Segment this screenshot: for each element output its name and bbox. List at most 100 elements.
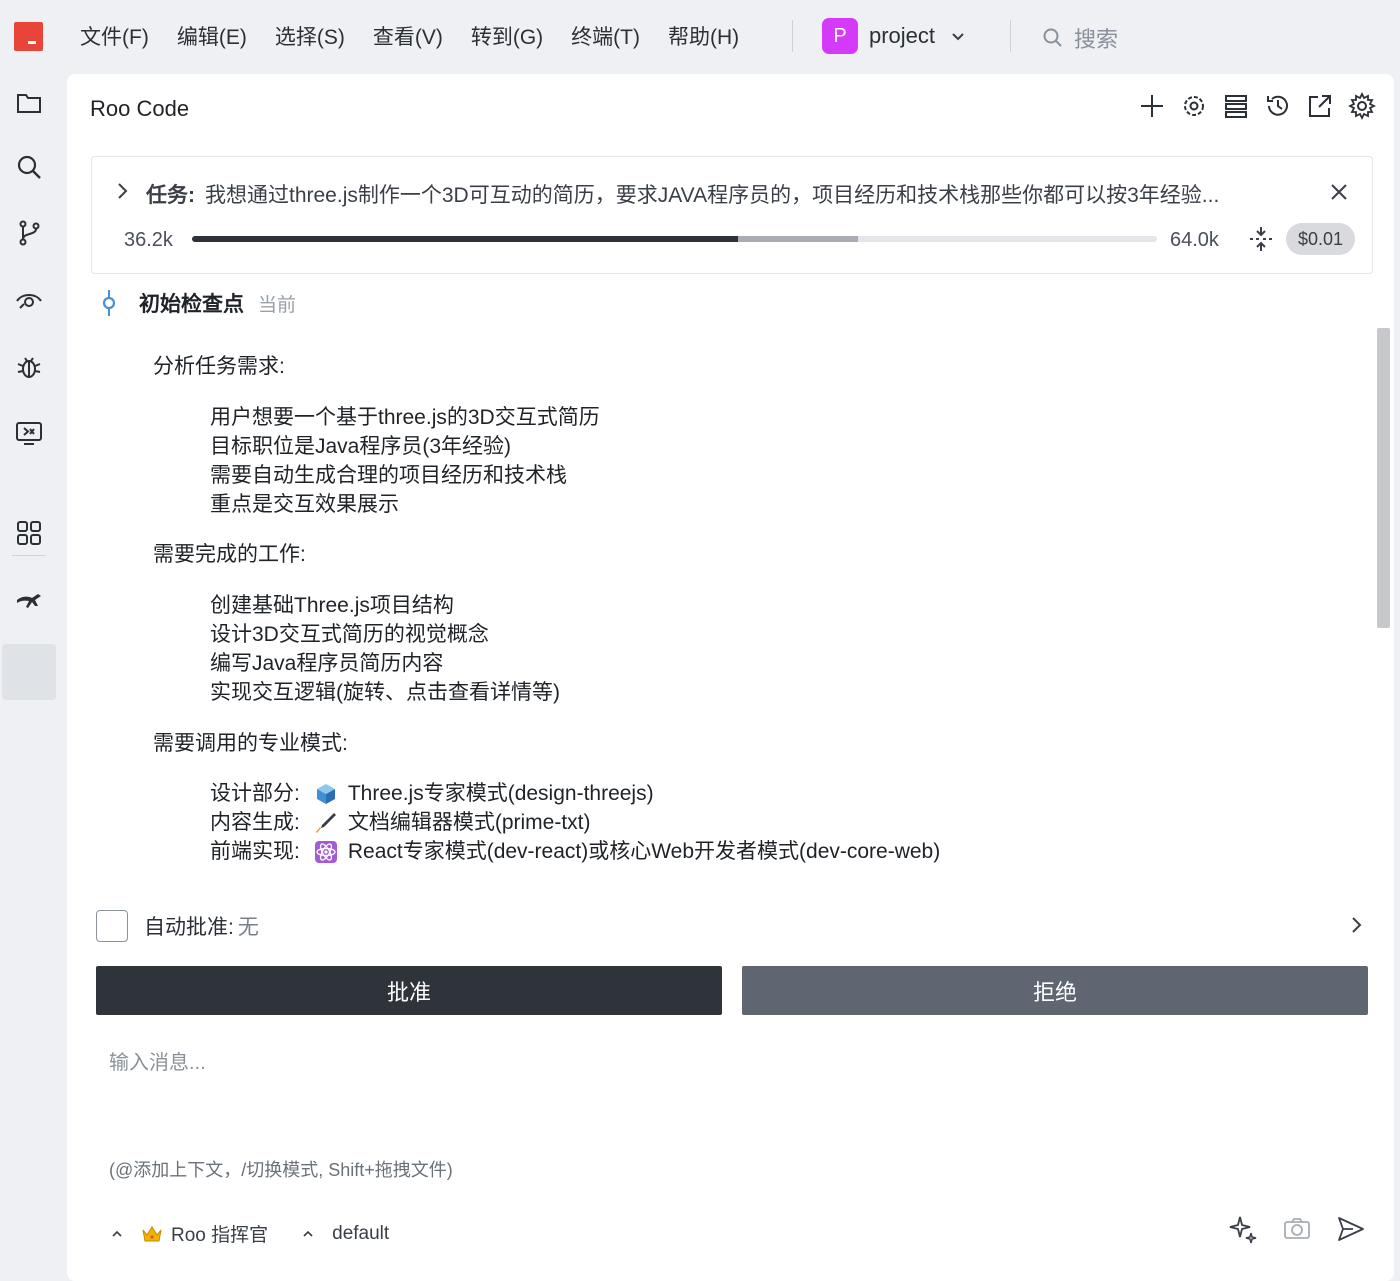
popout-icon[interactable]	[1306, 92, 1334, 120]
auto-approve-row: 自动批准: 无	[96, 910, 1366, 942]
chevron-up-icon	[112, 1230, 122, 1237]
approve-button[interactable]: 批准	[96, 966, 722, 1015]
activity-divider	[12, 555, 46, 556]
menu-selection[interactable]: 选择(S)	[275, 21, 345, 51]
list-item: 目标职位是Java程序员(3年经验)	[210, 435, 512, 458]
checkpoint-row: 初始检查点 当前	[97, 288, 296, 318]
mode-item: 设计部分: Three.js专家模式(design-threejs)	[210, 779, 940, 808]
list-item: 编写Java程序员简历内容	[210, 652, 444, 675]
list-item: 用户想要一个基于three.js的3D交互式简历	[210, 406, 600, 429]
search-icon[interactable]	[14, 152, 44, 182]
list: 创建基础Three.js项目结构 设计3D交互式简历的视觉概念 编写Java程序…	[210, 591, 560, 707]
project-badge: P	[822, 18, 858, 54]
list-item: 重点是交互效果展示	[210, 493, 399, 516]
auto-approve-value: 无	[237, 916, 259, 939]
activity-bar	[0, 72, 58, 1281]
list-item: 实现交互逻辑(旋转、点击查看详情等)	[210, 681, 560, 704]
mode-label: 前端实现:	[210, 840, 300, 863]
task-header: 任务: 我想通过three.js制作一个3D可互动的简历，要求JAVA程序员的，…	[91, 156, 1373, 274]
global-search[interactable]: 搜索	[1042, 22, 1118, 54]
list: 用户想要一个基于three.js的3D交互式简历 目标职位是Java程序员(3年…	[210, 403, 600, 519]
extensions-icon[interactable]	[14, 518, 44, 548]
task-text[interactable]: 我想通过three.js制作一个3D可互动的简历，要求JAVA程序员的，项目经历…	[205, 179, 1295, 209]
project-switcher[interactable]: P project	[822, 18, 967, 54]
mode-item: 内容生成: 文档编辑器模式(prime-txt)	[210, 808, 940, 837]
folder-icon[interactable]	[14, 88, 44, 118]
auto-approve-label: 自动批准:	[144, 916, 234, 939]
plus-icon[interactable]	[1138, 92, 1166, 120]
mode-text: React专家模式(dev-react)或核心Web开发者模式(dev-core…	[347, 840, 941, 863]
task-label: 任务:	[146, 184, 195, 207]
message-input[interactable]: 输入消息...	[109, 1046, 206, 1075]
close-icon[interactable]	[1328, 181, 1350, 203]
chevron-right-icon[interactable]	[112, 181, 132, 201]
server-icon[interactable]	[1222, 92, 1250, 120]
mode-selector-bar: Roo 指挥官 default	[111, 1220, 389, 1247]
menu-goto[interactable]: 转到(G)	[471, 21, 543, 51]
menu-separator	[1010, 20, 1011, 52]
list-item: 设计3D交互式简历的视觉概念	[210, 623, 489, 646]
app-logo	[14, 22, 43, 51]
list-item: 需要自动生成合理的项目经历和技术栈	[210, 464, 567, 487]
source-control-icon[interactable]	[14, 218, 44, 248]
eye-icon[interactable]	[14, 286, 44, 316]
mode-text: 文档编辑器模式(prime-txt)	[347, 811, 591, 834]
panel-toolbar	[1138, 92, 1376, 120]
send-icon[interactable]	[1336, 1214, 1366, 1244]
mode-text: Three.js专家模式(design-threejs)	[347, 782, 654, 805]
roo-code-panel: Roo Code 任务: 我想通过three.js制作一个3D可互动的简历，要求…	[67, 74, 1394, 1281]
sparkles-enhance-icon[interactable]	[1228, 1214, 1258, 1244]
mode-item: 前端实现: React专家模式(dev-react)或核心Web开发者模式(de…	[210, 837, 940, 866]
menu-view[interactable]: 查看(V)	[373, 21, 443, 51]
remote-explorer-icon[interactable]	[14, 418, 44, 448]
auto-approve-checkbox[interactable]	[96, 910, 128, 942]
progress-reserved	[738, 236, 858, 242]
profile-select[interactable]: default	[332, 1223, 389, 1245]
tokens-used: 36.2k	[124, 229, 173, 251]
project-name: project	[869, 23, 936, 48]
mode-label: 内容生成:	[210, 811, 300, 834]
active-indicator	[2, 644, 56, 700]
input-hint: (@添加上下文，/切换模式, Shift+拖拽文件)	[109, 1160, 453, 1180]
condense-icon[interactable]	[1247, 225, 1275, 253]
menu-edit[interactable]: 编辑(E)	[177, 21, 247, 51]
fountain-pen-emoji-icon	[315, 812, 336, 833]
context-window: 64.0k	[1170, 229, 1219, 251]
menu-terminal[interactable]: 终端(T)	[571, 21, 640, 51]
mode-list: 设计部分: Three.js专家模式(design-threejs) 内容生成:…	[210, 779, 940, 866]
git-commit-icon	[102, 290, 116, 316]
section-title: 分析任务需求:	[153, 355, 285, 378]
chevron-up-icon	[303, 1230, 313, 1237]
list-item: 创建基础Three.js项目结构	[210, 594, 454, 617]
reject-button[interactable]: 拒绝	[742, 966, 1368, 1015]
checkpoint-title: 初始检查点	[139, 293, 244, 316]
progress-used	[192, 236, 739, 242]
cube-emoji-icon	[316, 783, 335, 804]
menu-file[interactable]: 文件(F)	[80, 21, 149, 51]
main-menu: 文件(F) 编辑(E) 选择(S) 查看(V) 转到(G) 终端(T) 帮助(H…	[80, 0, 767, 72]
mcp-icon[interactable]	[1180, 92, 1208, 120]
checkpoint-tag: 当前	[258, 294, 297, 316]
search-placeholder: 搜索	[1074, 27, 1119, 52]
mode-label: 设计部分:	[210, 782, 300, 805]
debug-bug-icon[interactable]	[14, 352, 44, 382]
section-title: 需要调用的专业模式:	[153, 732, 348, 755]
input-actions	[1228, 1214, 1366, 1244]
menu-separator	[792, 20, 793, 52]
menu-help[interactable]: 帮助(H)	[668, 21, 739, 51]
camera-icon[interactable]	[1282, 1214, 1312, 1244]
atom-emoji-icon	[314, 840, 337, 863]
scrollbar[interactable]	[1377, 328, 1390, 628]
chevron-right-icon[interactable]	[1346, 914, 1366, 936]
cost-badge: $0.01	[1286, 223, 1356, 255]
context-progress-bar	[192, 236, 1157, 242]
mode-select[interactable]: Roo 指挥官	[171, 1220, 268, 1247]
search-icon	[1043, 28, 1062, 47]
kangaroo-icon[interactable]	[14, 586, 44, 616]
chevron-down-icon	[952, 33, 964, 41]
settings-icon[interactable]	[1348, 92, 1376, 120]
history-icon[interactable]	[1264, 92, 1292, 120]
panel-title: Roo Code	[90, 96, 190, 121]
section-title: 需要完成的工作:	[153, 543, 306, 566]
crown-icon	[142, 1225, 162, 1241]
